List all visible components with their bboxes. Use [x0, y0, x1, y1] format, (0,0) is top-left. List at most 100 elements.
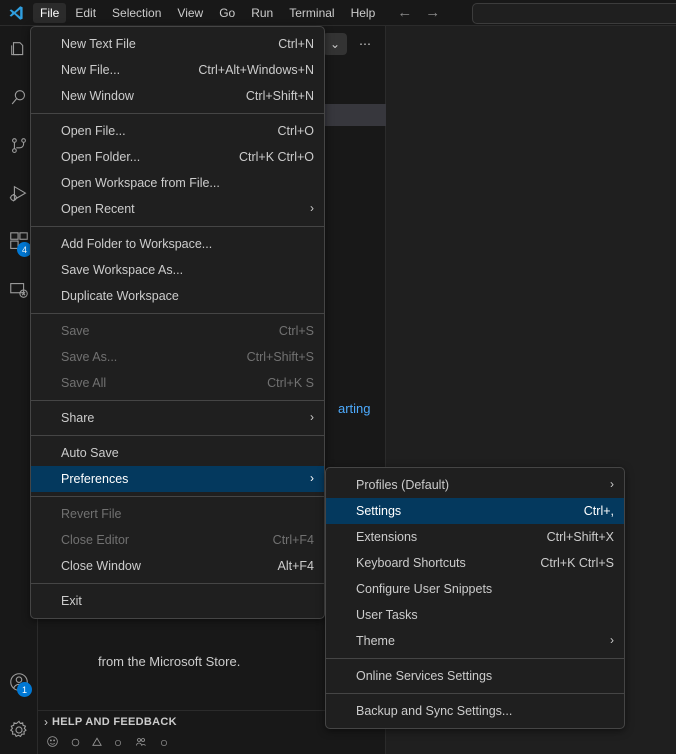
- menu-separator: [31, 435, 324, 436]
- files-icon: [8, 39, 30, 61]
- menubar-item-file[interactable]: File: [33, 2, 67, 23]
- menu-item-revert-file: Revert File: [31, 501, 324, 527]
- menu-item-label: Duplicate Workspace: [61, 289, 179, 303]
- menu-item-label: New Text File: [61, 37, 136, 51]
- menu-item-keybinding: Ctrl+O: [277, 124, 314, 138]
- menu-item-online-services-settings[interactable]: Online Services Settings: [326, 663, 624, 689]
- menu-item-user-tasks[interactable]: User Tasks: [326, 602, 624, 628]
- menu-item-profiles-default[interactable]: Profiles (Default) ›: [326, 472, 624, 498]
- menu-item-label: Revert File: [61, 507, 122, 521]
- arrow-left-icon[interactable]: ←: [397, 5, 412, 20]
- triangle-icon[interactable]: [92, 736, 102, 750]
- menu-item-keyboard-shortcuts[interactable]: Keyboard Shortcuts Ctrl+K Ctrl+S: [326, 550, 624, 576]
- menu-item-keybinding: Ctrl+Shift+X: [546, 530, 614, 544]
- menu-item-label: Close Window: [61, 559, 141, 573]
- welcome-link[interactable]: arting: [338, 401, 371, 416]
- menu-item-label: Online Services Settings: [356, 669, 493, 683]
- menu-item-label: Save All: [61, 376, 107, 390]
- preferences-submenu: Profiles (Default) › Settings Ctrl+, Extensi…: [325, 467, 625, 729]
- menu-item-preferences[interactable]: Preferences ›: [31, 466, 324, 492]
- menu-item-keybinding: Ctrl+,: [583, 504, 614, 518]
- menu-item-keybinding: Ctrl+K S: [267, 376, 314, 390]
- menu-separator: [31, 313, 324, 314]
- manage-button[interactable]: [0, 706, 38, 754]
- menu-item-open-folder[interactable]: Open Folder... Ctrl+K Ctrl+O: [31, 144, 324, 170]
- menu-item-keybinding: Ctrl+N: [278, 37, 314, 51]
- menu-separator: [31, 400, 324, 401]
- menu-item-backup-and-sync-settings[interactable]: Backup and Sync Settings...: [326, 698, 624, 724]
- menu-item-keybinding: Ctrl+K Ctrl+S: [540, 556, 614, 570]
- ellipsis-icon[interactable]: ⋯: [353, 33, 377, 55]
- feedback-icon-row: [38, 732, 386, 754]
- small-circle-icon[interactable]: [160, 736, 168, 750]
- arrow-right-icon[interactable]: →: [425, 5, 440, 20]
- navigation-arrows: ← →: [397, 5, 440, 20]
- menu-item-open-workspace-from-file[interactable]: Open Workspace from File...: [31, 170, 324, 196]
- menubar-item-run[interactable]: Run: [244, 3, 280, 23]
- menu-item-label: Add Folder to Workspace...: [61, 237, 213, 251]
- menubar-item-view[interactable]: View: [170, 3, 210, 23]
- vscode-logo-icon: [0, 0, 32, 26]
- activity-bar-bottom: 1: [0, 658, 38, 754]
- menu-item-label: Settings: [356, 504, 402, 518]
- menu-item-auto-save[interactable]: Auto Save: [31, 440, 324, 466]
- menu-item-configure-user-snippets[interactable]: Configure User Snippets: [326, 576, 624, 602]
- menu-item-save: Save Ctrl+S: [31, 318, 324, 344]
- menu-item-label: Keyboard Shortcuts: [356, 556, 466, 570]
- menu-item-label: Open File...: [61, 124, 126, 138]
- smiley-icon[interactable]: [46, 735, 59, 751]
- menu-item-label: New File...: [61, 63, 121, 77]
- menubar-item-selection[interactable]: Selection: [105, 3, 168, 23]
- menu-item-label: Save: [61, 324, 90, 338]
- menu-item-open-recent[interactable]: Open Recent ›: [31, 196, 324, 222]
- chevron-down-icon[interactable]: ⌄: [323, 32, 347, 55]
- menu-item-exit[interactable]: Exit: [31, 588, 324, 614]
- menu-bar: File Edit Selection View Go Run Terminal…: [32, 0, 383, 26]
- menu-item-label: Auto Save: [61, 446, 119, 460]
- menu-item-label: Save Workspace As...: [61, 263, 184, 277]
- command-center[interactable]: [472, 3, 676, 24]
- circle-icon[interactable]: [71, 736, 80, 750]
- menu-item-share[interactable]: Share ›: [31, 405, 324, 431]
- menu-item-label: Configure User Snippets: [356, 582, 493, 596]
- chevron-right-icon: ›: [310, 471, 314, 485]
- menu-item-new-file[interactable]: New File... Ctrl+Alt+Windows+N: [31, 57, 324, 83]
- people-icon[interactable]: [134, 736, 148, 751]
- title-bar: File Edit Selection View Go Run Terminal…: [0, 0, 676, 26]
- accounts-badge: 1: [17, 682, 32, 697]
- menu-item-save-as: Save As... Ctrl+Shift+S: [31, 344, 324, 370]
- menu-item-close-window[interactable]: Close Window Alt+F4: [31, 553, 324, 579]
- menu-item-keybinding: Ctrl+K Ctrl+O: [238, 150, 314, 164]
- menu-item-label: Backup and Sync Settings...: [356, 704, 513, 718]
- chevron-right-icon: ›: [310, 201, 314, 215]
- menu-item-keybinding: Ctrl+Shift+S: [246, 350, 314, 364]
- menu-separator: [31, 113, 324, 114]
- menu-item-new-text-file[interactable]: New Text File Ctrl+N: [31, 31, 324, 57]
- menu-item-keybinding: Ctrl+Alt+Windows+N: [198, 63, 314, 77]
- menu-item-add-folder-to-workspace[interactable]: Add Folder to Workspace...: [31, 231, 324, 257]
- menu-item-settings[interactable]: Settings Ctrl+,: [326, 498, 624, 524]
- remote-explorer-icon: [8, 279, 30, 301]
- menu-item-theme[interactable]: Theme ›: [326, 628, 624, 654]
- menubar-item-help[interactable]: Help: [344, 3, 383, 23]
- menu-item-label: Preferences: [61, 472, 129, 486]
- menu-item-new-window[interactable]: New Window Ctrl+Shift+N: [31, 83, 324, 109]
- accounts-button[interactable]: 1: [0, 658, 38, 706]
- menu-item-keybinding: Alt+F4: [277, 559, 314, 573]
- menubar-item-go[interactable]: Go: [212, 3, 242, 23]
- menu-item-save-workspace-as[interactable]: Save Workspace As...: [31, 257, 324, 283]
- menubar-item-edit[interactable]: Edit: [68, 3, 103, 23]
- menu-item-open-file[interactable]: Open File... Ctrl+O: [31, 118, 324, 144]
- menu-separator: [326, 693, 624, 694]
- source-control-icon: [8, 135, 30, 157]
- menu-separator: [31, 226, 324, 227]
- menu-item-label: User Tasks: [356, 608, 418, 622]
- menu-item-label: Save As...: [61, 350, 118, 364]
- dot-icon[interactable]: [114, 736, 122, 750]
- run-debug-icon: [8, 183, 30, 205]
- menu-item-extensions[interactable]: Extensions Ctrl+Shift+X: [326, 524, 624, 550]
- menubar-item-terminal[interactable]: Terminal: [282, 3, 341, 23]
- file-menu: New Text File Ctrl+N New File... Ctrl+Alt+W…: [30, 26, 325, 619]
- menu-item-duplicate-workspace[interactable]: Duplicate Workspace: [31, 283, 324, 309]
- menu-item-label: Open Folder...: [61, 150, 141, 164]
